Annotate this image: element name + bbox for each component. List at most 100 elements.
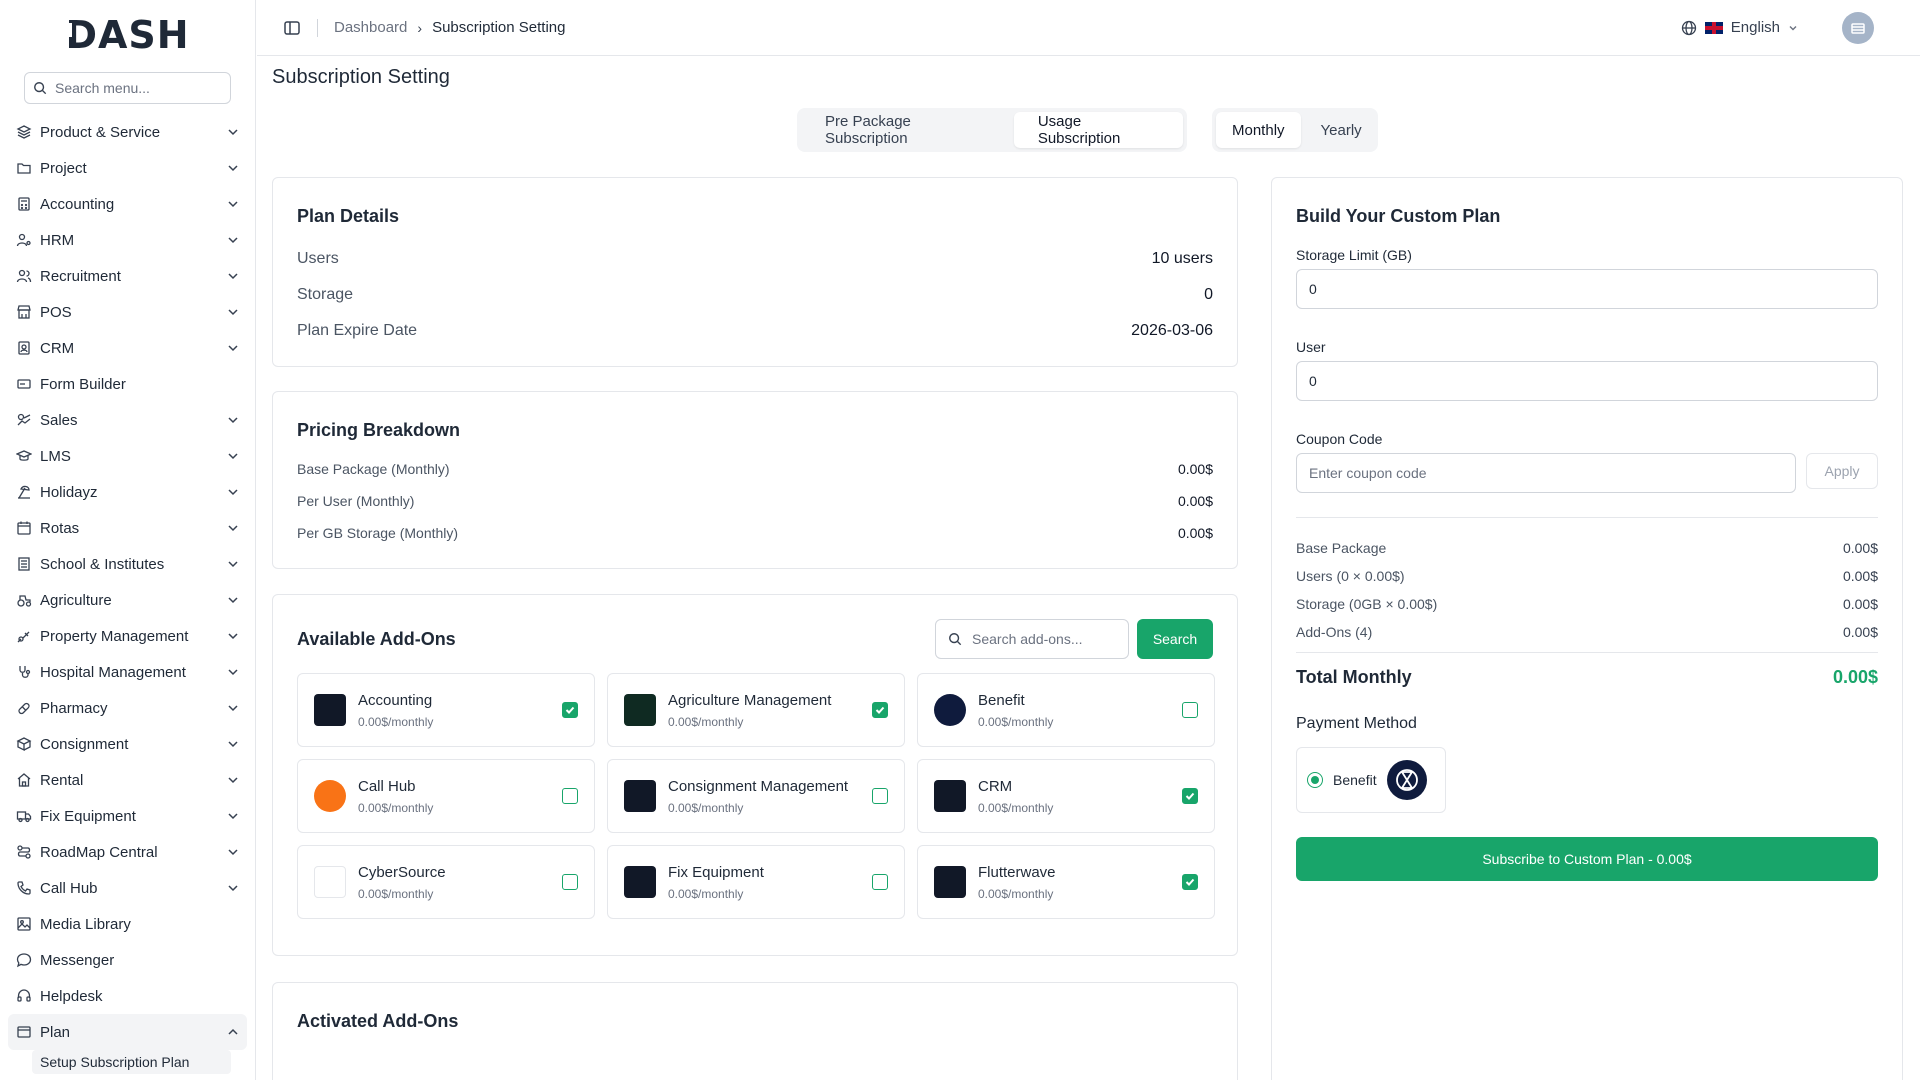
addon-agriculture-management[interactable]: Agriculture Management 0.00$/monthly — [607, 673, 905, 747]
period-yearly[interactable]: Yearly — [1305, 112, 1378, 148]
sidebar-item-rotas[interactable]: Rotas — [8, 510, 247, 546]
addon-checkbox[interactable] — [872, 874, 888, 890]
sidebar-toggle-icon[interactable] — [283, 19, 301, 37]
breadcrumb-dashboard[interactable]: Dashboard — [334, 19, 407, 36]
summary-row-users: Users (0 × 0.00$) 0.00$ — [1296, 562, 1878, 590]
chevron-down-icon — [228, 849, 238, 856]
search-icon — [34, 82, 47, 95]
tab-pre-package-subscription[interactable]: Pre Package Subscription — [801, 112, 1010, 148]
user-avatar[interactable] — [1842, 11, 1874, 44]
sidebar-item-crm[interactable]: CRM — [8, 330, 247, 366]
plan-row-label: Users — [297, 250, 339, 267]
sidebar-item-label: Project — [40, 159, 87, 177]
plan-row-storage: Storage 0 — [297, 277, 1213, 313]
payment-radio[interactable] — [1307, 772, 1323, 788]
form-icon — [16, 376, 32, 392]
addon-logo-icon — [934, 780, 966, 812]
addon-checkbox[interactable] — [1182, 874, 1198, 890]
summary-label: Add-Ons (4) — [1296, 624, 1373, 640]
chevron-down-icon — [228, 237, 238, 244]
storage-limit-label: Storage Limit (GB) — [1296, 247, 1412, 263]
storage-limit-input[interactable]: 0 — [1296, 269, 1878, 309]
page-title: Subscription Setting — [272, 66, 450, 88]
addon-search-input[interactable]: Search add-ons... — [935, 619, 1129, 659]
addon-benefit[interactable]: Benefit 0.00$/monthly — [917, 673, 1215, 747]
sidebar-item-project[interactable]: Project — [8, 150, 247, 186]
addon-search-button[interactable]: Search — [1137, 619, 1213, 659]
addon-crm[interactable]: CRM 0.00$/monthly — [917, 759, 1215, 833]
chevron-down-icon — [228, 417, 238, 424]
sidebar-item-school-institutes[interactable]: School & Institutes — [8, 546, 247, 582]
activated-addons-card: Activated Add-Ons — [272, 982, 1238, 1080]
addon-cybersource[interactable]: CyberSource 0.00$/monthly — [297, 845, 595, 919]
addon-fix-equipment[interactable]: Fix Equipment 0.00$/monthly — [607, 845, 905, 919]
sidebar-item-consignment[interactable]: Consignment — [8, 726, 247, 762]
app-logo[interactable]: DASH — [0, 0, 255, 70]
sidebar-item-hrm[interactable]: HRM — [8, 222, 247, 258]
sidebar-item-agriculture[interactable]: Agriculture — [8, 582, 247, 618]
summary-label: Storage (0GB × 0.00$) — [1296, 596, 1438, 612]
box-icon — [16, 736, 32, 752]
sidebar: DASH Search menu... Product & Service Pro… — [0, 0, 256, 1080]
sidebar-item-property-management[interactable]: Property Management — [8, 618, 247, 654]
addon-checkbox[interactable] — [1182, 788, 1198, 804]
sidebar-item-rental[interactable]: Rental — [8, 762, 247, 798]
sidebar-item-form-builder[interactable]: Form Builder — [8, 366, 247, 402]
sidebar-subitem-setup-subscription-plan[interactable]: Setup Subscription Plan — [32, 1050, 231, 1074]
sidebar-item-lms[interactable]: LMS — [8, 438, 247, 474]
pricing-row-base: Base Package (Monthly) 0.00$ — [297, 453, 1213, 485]
addon-checkbox[interactable] — [562, 702, 578, 718]
sidebar-item-media-library[interactable]: Media Library — [8, 906, 247, 942]
addon-flutterwave[interactable]: Flutterwave 0.00$/monthly — [917, 845, 1215, 919]
chevron-up-icon — [228, 1028, 238, 1035]
addon-accounting[interactable]: Accounting 0.00$/monthly — [297, 673, 595, 747]
plan-row-value: 0 — [1204, 286, 1213, 303]
sidebar-item-label: CRM — [40, 339, 75, 357]
sidebar-item-messenger[interactable]: Messenger — [8, 942, 247, 978]
addon-checkbox[interactable] — [1182, 702, 1198, 718]
tab-usage-subscription[interactable]: Usage Subscription — [1013, 112, 1183, 148]
addon-name: CRM — [978, 777, 1013, 795]
pill-icon — [16, 700, 32, 716]
subscribe-button[interactable]: Subscribe to Custom Plan - 0.00$ — [1296, 837, 1878, 881]
sidebar-item-label: Messenger — [40, 951, 115, 969]
sidebar-item-roadmap-central[interactable]: RoadMap Central — [8, 834, 247, 870]
plan-details-title: Plan Details — [297, 206, 400, 226]
calendar-clock-icon — [16, 520, 32, 536]
sidebar-item-product-service[interactable]: Product & Service — [8, 114, 247, 150]
sidebar-item-accounting[interactable]: Accounting — [8, 186, 247, 222]
addon-logo-icon — [314, 780, 346, 812]
sidebar-item-sales[interactable]: Sales — [8, 402, 247, 438]
summary-value: 0.00$ — [1842, 540, 1878, 556]
sidebar-item-plan[interactable]: Plan — [8, 1014, 247, 1050]
language-selector[interactable]: English — [1681, 19, 1798, 36]
sidebar-item-holidayz[interactable]: Holidayz — [8, 474, 247, 510]
payment-option-benefit[interactable]: Benefit — [1296, 747, 1446, 813]
sidebar-item-call-hub[interactable]: Call Hub — [8, 870, 247, 906]
addon-checkbox[interactable] — [562, 874, 578, 890]
sidebar-item-pharmacy[interactable]: Pharmacy — [8, 690, 247, 726]
sidebar-item-pos[interactable]: POS — [8, 294, 247, 330]
period-monthly[interactable]: Monthly — [1216, 112, 1301, 148]
sidebar-item-helpdesk[interactable]: Helpdesk — [8, 978, 247, 1014]
addon-name: Flutterwave — [978, 863, 1056, 881]
sidebar-search[interactable]: Search menu... — [24, 72, 231, 104]
apply-coupon-button[interactable]: Apply — [1806, 453, 1878, 489]
addon-checkbox[interactable] — [562, 788, 578, 804]
activated-addons-title: Activated Add-Ons — [297, 1011, 459, 1031]
topbar: Dashboard › Subscription Setting English — [257, 0, 1920, 56]
addon-checkbox[interactable] — [872, 788, 888, 804]
sidebar-item-hospital-management[interactable]: Hospital Management — [8, 654, 247, 690]
coupon-code-input[interactable]: Enter coupon code — [1296, 453, 1796, 493]
language-label: English — [1730, 19, 1780, 36]
store-icon — [16, 304, 32, 320]
addon-call-hub[interactable]: Call Hub 0.00$/monthly — [297, 759, 595, 833]
chevron-down-icon — [228, 669, 238, 676]
addon-name: CyberSource — [358, 863, 446, 881]
addon-checkbox[interactable] — [872, 702, 888, 718]
contact-icon — [16, 340, 32, 356]
addon-consignment-management[interactable]: Consignment Management 0.00$/monthly — [607, 759, 905, 833]
sidebar-item-fix-equipment[interactable]: Fix Equipment — [8, 798, 247, 834]
user-input[interactable]: 0 — [1296, 361, 1878, 401]
sidebar-item-recruitment[interactable]: Recruitment — [8, 258, 247, 294]
